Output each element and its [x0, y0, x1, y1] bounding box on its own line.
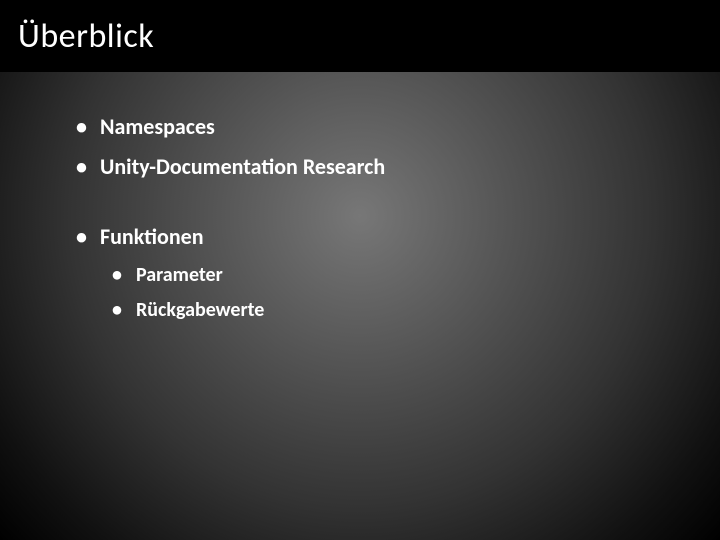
- slide: Überblick Namespaces Unity-Documentation…: [0, 0, 720, 540]
- slide-title: Überblick: [18, 16, 154, 57]
- list-item: Namespaces: [70, 110, 680, 144]
- list-item: Parameter: [106, 260, 680, 291]
- list-item: Unity-Documentation Research: [70, 150, 680, 184]
- bullet-list: Namespaces Unity-Documentation Research: [70, 110, 680, 184]
- bullet-list: Funktionen Parameter Rückgabewerte: [70, 220, 680, 326]
- slide-content: Namespaces Unity-Documentation Research …: [70, 110, 680, 330]
- list-item: Funktionen: [70, 220, 680, 254]
- list-item: Rückgabewerte: [106, 295, 680, 326]
- spacer: [70, 190, 680, 220]
- title-bar: Überblick: [0, 0, 720, 72]
